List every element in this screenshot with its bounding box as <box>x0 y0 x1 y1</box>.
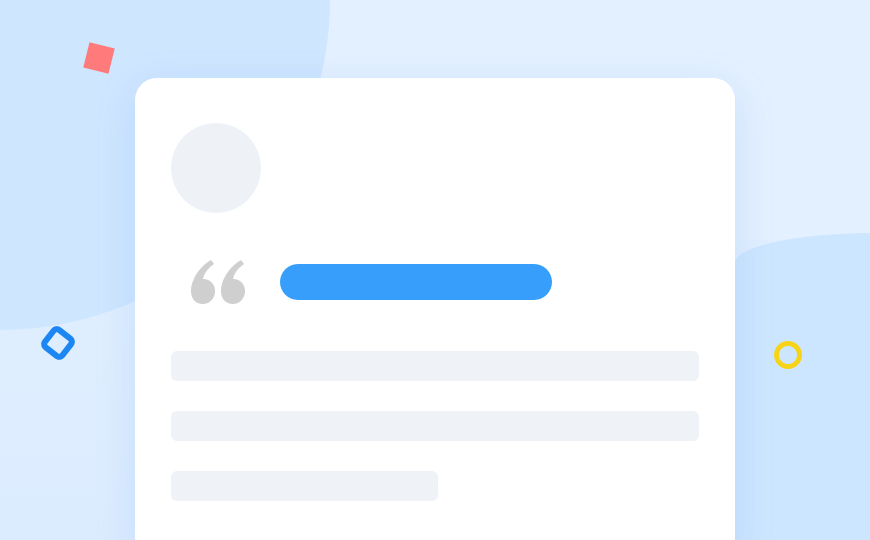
diamond-outline-shape-icon <box>38 323 78 363</box>
quote-open-icon <box>191 260 245 304</box>
testimonial-card <box>135 78 735 540</box>
skeleton-text-line <box>171 471 438 501</box>
background-blob-right <box>735 233 870 540</box>
skeleton-title-bar <box>280 264 552 300</box>
ring-shape-icon <box>774 341 802 369</box>
skeleton-text-line <box>171 351 699 381</box>
skeleton-text-line <box>171 411 699 441</box>
avatar <box>171 123 261 213</box>
illustration-stage <box>0 0 870 540</box>
